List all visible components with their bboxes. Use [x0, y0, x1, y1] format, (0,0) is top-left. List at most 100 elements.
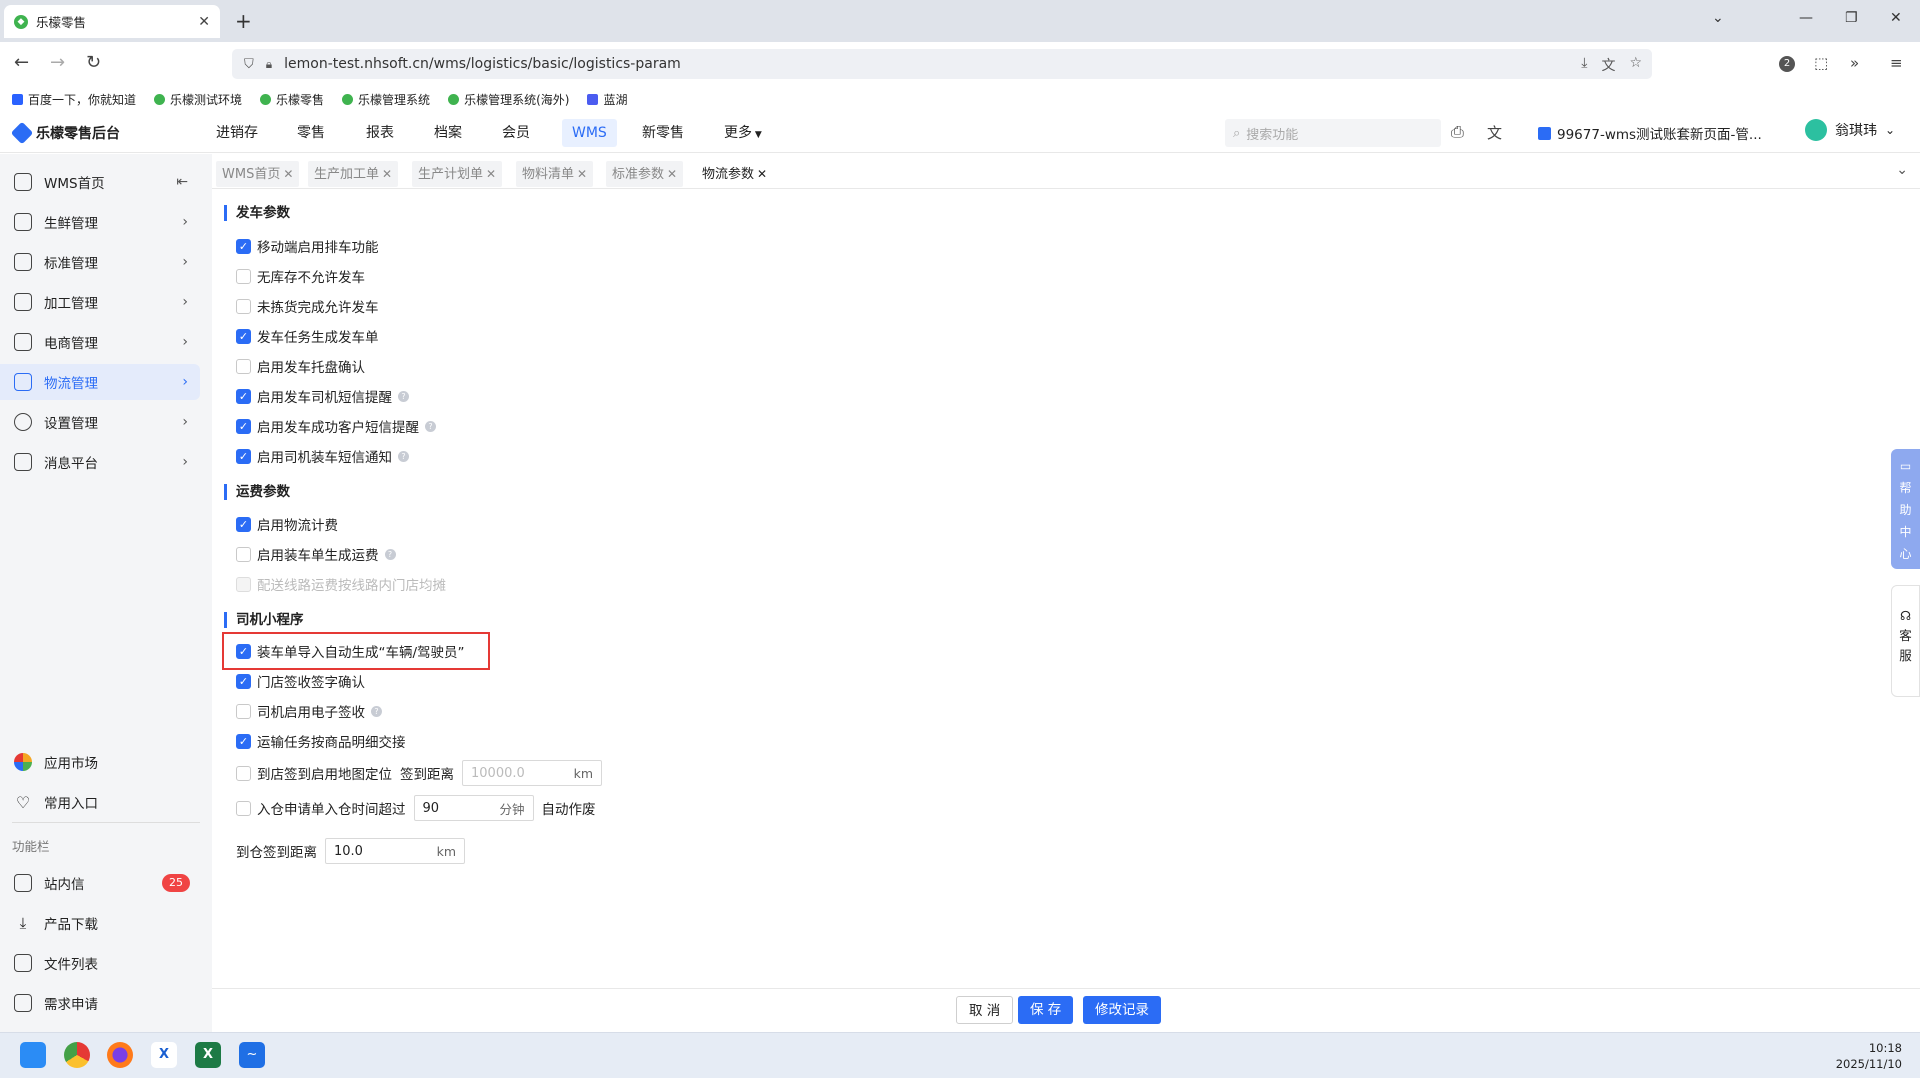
sidebar-file-list[interactable]: 文件列表	[0, 945, 200, 981]
menu-new-retail[interactable]: 新零售	[632, 119, 694, 147]
language-icon[interactable]: 文	[1487, 122, 1502, 143]
sidebar-favorites[interactable]: ♡ 常用入口	[0, 784, 200, 820]
close-icon[interactable]: ✕	[283, 167, 293, 181]
bookmark-baidu[interactable]: 百度一下，你就知道	[12, 91, 136, 108]
sidebar-request[interactable]: 需求申请	[0, 985, 200, 1021]
inbound-expire-minutes-input[interactable]: 90 分钟	[413, 795, 534, 821]
sidebar-download[interactable]: ⤓ 产品下载	[0, 905, 200, 941]
checkbox[interactable]: ✓	[236, 733, 251, 749]
checkbox[interactable]	[236, 298, 251, 314]
checkbox[interactable]	[236, 358, 251, 374]
checkbox[interactable]	[236, 546, 251, 562]
user-menu[interactable]: 翁琪玮 ⌄	[1805, 119, 1895, 141]
bookmark-lemon-admin[interactable]: 乐檬管理系统	[342, 91, 430, 108]
sidebar-item-standard[interactable]: 标准管理 ›	[0, 244, 200, 280]
printer-icon[interactable]: ⎙	[1451, 122, 1464, 142]
option-store-sign-confirm[interactable]: ✓ 门店签收签字确认	[236, 671, 365, 691]
option-loading-generate-freight[interactable]: 启用装车单生成运费?	[236, 544, 396, 564]
xmind-icon[interactable]: X	[151, 1042, 177, 1068]
tab-standard-params[interactable]: 标准参数 ✕	[606, 161, 684, 187]
option-logistics-billing[interactable]: ✓ 启用物流计费	[236, 514, 338, 534]
cancel-button[interactable]: 取 消	[956, 996, 1014, 1024]
option-loading-sms[interactable]: ✓ 启用司机装车短信通知?	[236, 446, 409, 466]
sidebar-item-ecommerce[interactable]: 电商管理 ›	[0, 324, 200, 360]
download-page-icon[interactable]: ⤓	[1581, 55, 1587, 75]
function-search[interactable]: ⌕ 搜索功能	[1225, 119, 1441, 147]
close-icon[interactable]: ✕	[667, 167, 677, 181]
app-monitor-icon[interactable]: ~	[239, 1042, 265, 1068]
firefox-icon[interactable]	[107, 1042, 133, 1068]
sidebar-item-fresh[interactable]: 生鲜管理 ›	[0, 204, 200, 240]
sidebar-item-wms-home[interactable]: WMS首页 ⇤	[0, 164, 200, 200]
option-store-checkin-map[interactable]: 到店签到启用地图定位 签到距离 10000.0 km	[236, 760, 602, 786]
bookmark-lemon-test[interactable]: 乐檬测试环境	[154, 91, 242, 108]
restore-icon[interactable]: ❐	[1845, 10, 1858, 26]
option-unpicked-allow-departure[interactable]: 未拣货完成允许发车	[236, 296, 379, 316]
chrome-icon[interactable]	[64, 1042, 90, 1068]
option-mobile-scheduling[interactable]: ✓ 移动端启用排车功能	[236, 236, 379, 256]
menu-icon[interactable]: ≡	[1890, 54, 1903, 72]
checkbox[interactable]	[236, 703, 251, 719]
translate-icon[interactable]: 文	[1601, 55, 1615, 75]
menu-more[interactable]: 更多 ▼	[714, 119, 772, 147]
star-icon[interactable]: ☆	[1629, 55, 1642, 75]
checkbox[interactable]: ✓	[236, 516, 251, 532]
browser-tab[interactable]: ◆ 乐檬零售 ✕	[4, 5, 220, 38]
option-handover-by-item[interactable]: ✓ 运输任务按商品明细交接	[236, 731, 406, 751]
checkbox[interactable]: ✓	[236, 643, 251, 659]
help-icon[interactable]: ?	[398, 450, 409, 462]
checkbox[interactable]	[236, 765, 251, 781]
close-window-icon[interactable]: ✕	[1890, 10, 1902, 26]
tab-wms-home[interactable]: WMS首页 ✕	[216, 161, 300, 187]
app-logo[interactable]: 乐檬零售后台	[10, 121, 120, 145]
checkbox[interactable]: ✓	[236, 238, 251, 254]
option-task-generate-departure[interactable]: ✓ 发车任务生成发车单	[236, 326, 379, 346]
tab-production-plan[interactable]: 生产计划单 ✕	[412, 161, 503, 187]
option-no-stock-no-departure[interactable]: 无库存不允许发车	[236, 266, 365, 286]
help-icon[interactable]: ?	[371, 705, 382, 717]
menu-reports[interactable]: 报表	[356, 119, 404, 147]
new-tab-icon[interactable]: +	[235, 9, 252, 33]
checkbox[interactable]: ✓	[236, 388, 251, 404]
checkbox[interactable]	[236, 800, 251, 816]
close-icon[interactable]: ✕	[382, 167, 392, 181]
windows-start-icon[interactable]	[20, 1042, 46, 1068]
tab-bom[interactable]: 物料清单 ✕	[516, 161, 594, 187]
menu-retail[interactable]: 零售	[287, 119, 335, 147]
bookmark-lanhu[interactable]: 蓝湖	[587, 91, 627, 108]
sidebar-inbox[interactable]: 站内信 25	[0, 865, 200, 901]
checkbox[interactable]: ✓	[236, 418, 251, 434]
tabs-dropdown-icon[interactable]: ⌄	[1896, 162, 1908, 178]
checkbox[interactable]	[236, 268, 251, 284]
close-icon[interactable]: ✕	[486, 167, 496, 181]
collapse-sidebar-icon[interactable]: ⇤	[176, 174, 188, 190]
option-inbound-expire[interactable]: 入仓申请单入仓时间超过 90 分钟 自动作废	[236, 795, 596, 821]
sidebar-app-market[interactable]: 应用市场	[0, 744, 200, 780]
forward-icon[interactable]: →	[50, 52, 65, 73]
reload-icon[interactable]: ↻	[86, 52, 101, 73]
bookmark-lemon-retail[interactable]: 乐檬零售	[260, 91, 324, 108]
help-icon[interactable]: ?	[384, 548, 396, 560]
help-icon[interactable]: ?	[398, 390, 409, 402]
close-icon[interactable]: ✕	[757, 167, 767, 181]
checkbox[interactable]: ✓	[236, 328, 251, 344]
checkbox[interactable]: ✓	[236, 448, 251, 464]
tab-production-order[interactable]: 生产加工单 ✕	[308, 161, 399, 187]
sidebar-item-settings[interactable]: 设置管理 ›	[0, 404, 200, 440]
option-auto-generate-vehicle-driver[interactable]: ✓ 装车单导入自动生成“车辆/驾驶员”	[236, 641, 465, 661]
help-icon[interactable]: ?	[425, 420, 436, 432]
sidebar-item-process[interactable]: 加工管理 ›	[0, 284, 200, 320]
excel-icon[interactable]: X	[195, 1042, 221, 1068]
address-bar[interactable]: ⛉ 🔒︎ lemon-test.nhsoft.cn/wms/logistics/…	[232, 49, 1652, 79]
tab-logistics-params[interactable]: 物流参数 ✕	[696, 161, 774, 187]
sidebar-item-logistics[interactable]: 物流管理 ›	[0, 364, 200, 400]
menu-jinxiaocun[interactable]: 进销存	[206, 119, 268, 147]
more-tools-icon[interactable]: »	[1850, 54, 1859, 72]
option-pallet-confirm[interactable]: 启用发车托盘确认	[236, 356, 365, 376]
sidebar-item-messages[interactable]: 消息平台 ›	[0, 444, 200, 480]
account-switcher[interactable]: 99677-wms测试账套新页面-管...	[1538, 123, 1762, 143]
option-driver-e-sign[interactable]: 司机启用电子签收?	[236, 701, 382, 721]
help-center-float[interactable]: ▭ 帮 助 中 心	[1891, 449, 1920, 569]
menu-member[interactable]: 会员	[492, 119, 540, 147]
checkin-distance-input[interactable]: 10000.0 km	[462, 760, 602, 786]
